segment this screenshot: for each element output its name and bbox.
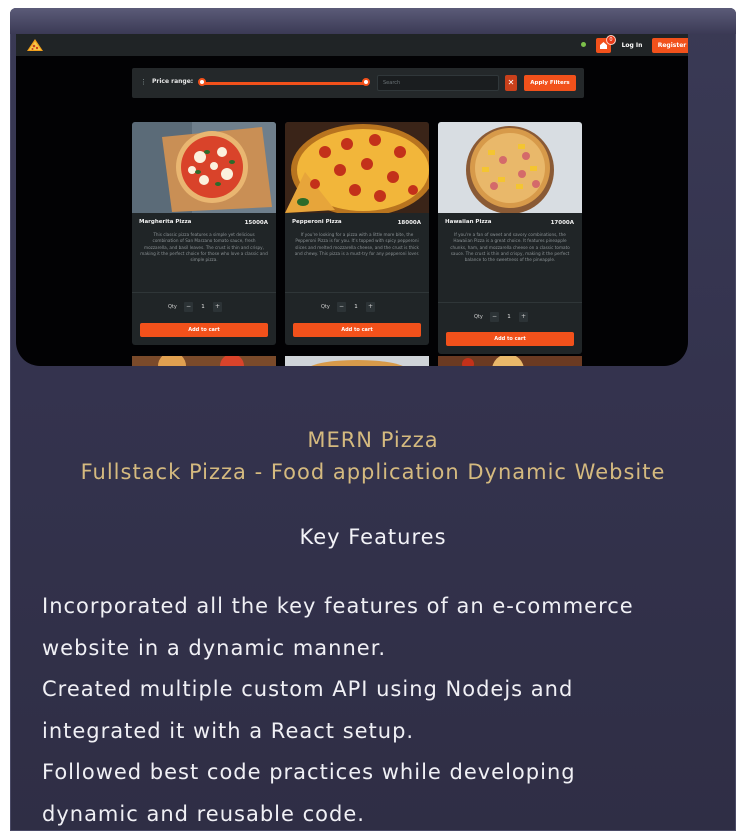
price-max-handle[interactable] bbox=[362, 78, 370, 86]
product-price: 17000A bbox=[550, 220, 574, 226]
product-name: Margherita Pizza bbox=[139, 219, 192, 225]
product-description: This classic pizza features a simple yet… bbox=[140, 232, 268, 263]
quantity-stepper: Qty − 1 + bbox=[438, 310, 582, 324]
add-to-cart-button[interactable]: Add to cart bbox=[446, 332, 574, 346]
qty-label: Qty bbox=[474, 314, 483, 320]
product-name: Hawaiian Pizza bbox=[445, 219, 492, 225]
product-description: If you're a fan of sweet and savory comb… bbox=[450, 232, 570, 263]
price-range-slider[interactable] bbox=[202, 82, 366, 85]
qty-decrement-button[interactable]: − bbox=[184, 302, 193, 312]
product-price: 18000A bbox=[397, 220, 421, 226]
next-row-pizza-image bbox=[132, 356, 276, 366]
project-subtitle: Fullstack Pizza - Food application Dynam… bbox=[80, 460, 666, 484]
card-divider bbox=[438, 302, 582, 303]
navbar: 0 Log In Register bbox=[16, 34, 688, 56]
next-row-pizza-image bbox=[438, 356, 582, 366]
app-screenshot: 0 Log In Register ⋮ Price range: ✕ Apply… bbox=[16, 34, 688, 366]
quantity-stepper: Qty − 1 + bbox=[285, 300, 429, 314]
qty-increment-button[interactable]: + bbox=[519, 312, 528, 322]
pepperoni-pizza-image bbox=[285, 122, 429, 213]
project-title: MERN Pizza bbox=[307, 428, 439, 452]
product-card-pepperoni: Pepperoni Pizza 18000A If you're looking… bbox=[285, 122, 429, 345]
qty-value: 1 bbox=[354, 304, 358, 310]
cart-count-badge: 0 bbox=[606, 35, 616, 45]
card-top-strip bbox=[10, 8, 736, 34]
pizza-logo-icon[interactable] bbox=[26, 38, 44, 52]
qty-decrement-button[interactable]: − bbox=[490, 312, 499, 322]
qty-increment-button[interactable]: + bbox=[213, 302, 222, 312]
price-range-label: Price range: bbox=[152, 78, 194, 85]
card-divider bbox=[285, 292, 429, 293]
cart-icon bbox=[600, 42, 607, 49]
hawaiian-pizza-image bbox=[438, 122, 582, 213]
qty-value: 1 bbox=[507, 314, 511, 320]
quantity-stepper: Qty − 1 + bbox=[132, 300, 276, 314]
add-to-cart-button[interactable]: Add to cart bbox=[140, 323, 268, 337]
product-card-margherita: Margherita Pizza 15000A This classic piz… bbox=[132, 122, 276, 345]
feature-line: dynamic and reusable code. bbox=[42, 801, 365, 826]
portfolio-card: 0 Log In Register ⋮ Price range: ✕ Apply… bbox=[10, 8, 736, 831]
qty-increment-button[interactable]: + bbox=[366, 302, 375, 312]
register-button[interactable]: Register bbox=[652, 38, 688, 53]
product-name: Pepperoni Pizza bbox=[292, 219, 342, 225]
product-card-hawaiian: Hawaiian Pizza 17000A If you're a fan of… bbox=[438, 122, 582, 354]
feature-line: Created multiple custom API using Nodejs… bbox=[42, 677, 574, 701]
card-divider bbox=[132, 292, 276, 293]
feature-line: website in a dynamic manner. bbox=[42, 635, 387, 660]
key-features-heading: Key Features bbox=[299, 525, 447, 549]
qty-label: Qty bbox=[321, 304, 330, 310]
feature-line: Followed best code practices while devel… bbox=[42, 760, 576, 784]
search-input[interactable] bbox=[377, 75, 499, 91]
feature-line: integrated it with a React setup. bbox=[42, 718, 415, 743]
feature-list: Incorporated all the key features of an … bbox=[42, 586, 732, 831]
apply-filters-button[interactable]: Apply Filters bbox=[524, 75, 576, 91]
next-row-pizza-image bbox=[285, 356, 429, 366]
qty-decrement-button[interactable]: − bbox=[337, 302, 346, 312]
filter-icon: ⋮ bbox=[140, 78, 147, 86]
clear-search-button[interactable]: ✕ bbox=[505, 75, 517, 91]
qty-label: Qty bbox=[168, 304, 177, 310]
product-price: 15000A bbox=[244, 220, 268, 226]
add-to-cart-button[interactable]: Add to cart bbox=[293, 323, 421, 337]
status-dot bbox=[581, 42, 586, 47]
qty-value: 1 bbox=[201, 304, 205, 310]
price-min-handle[interactable] bbox=[198, 78, 206, 86]
product-description: If you're looking for a pizza with a lit… bbox=[294, 232, 420, 256]
filter-bar: ⋮ Price range: ✕ Apply Filters bbox=[132, 68, 584, 98]
login-link[interactable]: Log In bbox=[619, 38, 645, 53]
feature-line: Incorporated all the key features of an … bbox=[42, 594, 634, 618]
margherita-pizza-image bbox=[132, 122, 276, 213]
